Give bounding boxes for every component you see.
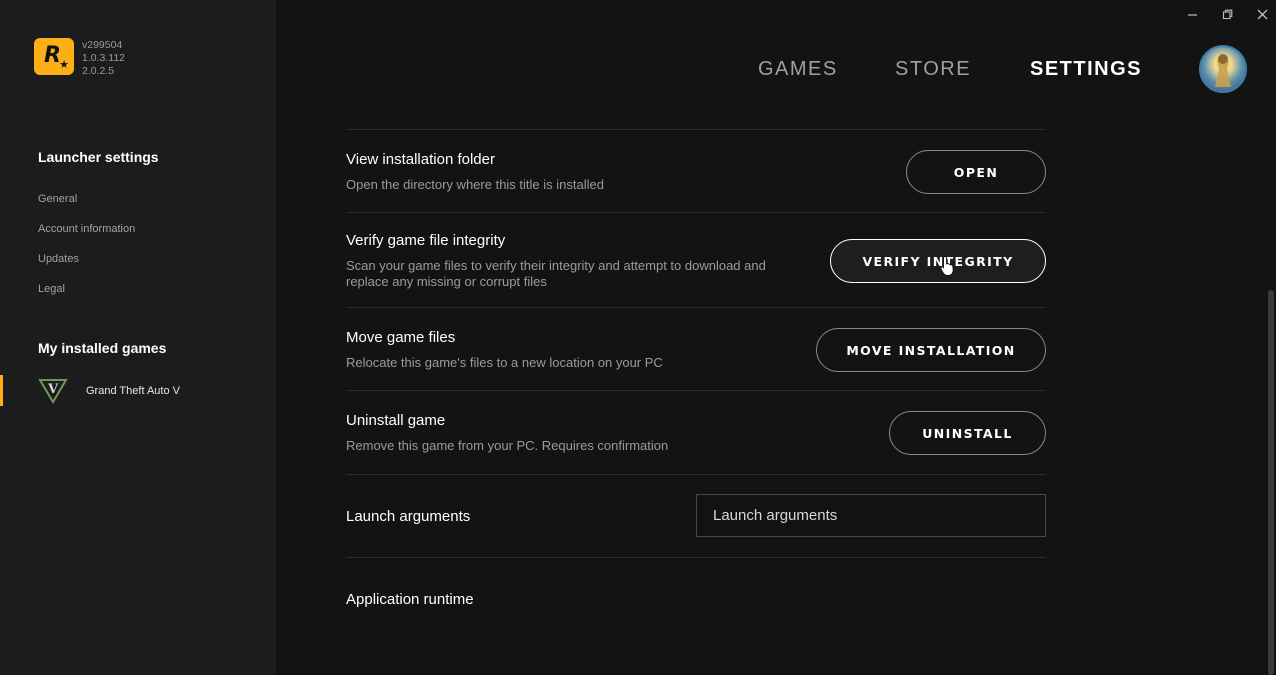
- installed-games-heading: My installed games: [38, 340, 167, 356]
- close-icon: [1257, 9, 1267, 19]
- sidebar-item-updates[interactable]: Updates: [38, 253, 79, 265]
- verify-integrity-button[interactable]: VERIFY INTEGRITY: [830, 239, 1046, 283]
- sidebar: R ★ v299504 1.0.3.112 2.0.2.5 Launcher s…: [0, 0, 276, 675]
- section-divider: [346, 474, 1046, 475]
- version-info: v299504 1.0.3.112 2.0.2.5: [82, 39, 125, 78]
- sidebar-item-account-information[interactable]: Account information: [38, 223, 135, 235]
- minimize-button[interactable]: [1180, 4, 1204, 24]
- section-divider: [346, 390, 1046, 391]
- verify-title: Verify game file integrity: [346, 232, 506, 249]
- close-button[interactable]: [1250, 4, 1274, 24]
- version-line: 2.0.2.5: [82, 65, 115, 77]
- view-folder-desc: Open the directory where this title is i…: [346, 177, 604, 192]
- avatar[interactable]: [1199, 45, 1247, 93]
- launch-arguments-label: Launch arguments: [346, 508, 471, 525]
- sidebar-item-legal[interactable]: Legal: [38, 283, 65, 295]
- launcher-settings-heading: Launcher settings: [38, 149, 159, 165]
- section-divider: [346, 212, 1046, 213]
- open-button[interactable]: OPEN: [906, 150, 1046, 194]
- svg-text:V: V: [47, 382, 59, 397]
- version-line: 1.0.3.112: [82, 52, 126, 64]
- rockstar-logo-icon[interactable]: R ★: [34, 38, 74, 75]
- minimize-icon: [1187, 13, 1197, 16]
- verify-desc: Scan your game files to verify their int…: [346, 258, 766, 289]
- version-line: v299504: [82, 39, 123, 51]
- uninstall-title: Uninstall game: [346, 412, 446, 429]
- section-divider: [346, 307, 1046, 308]
- active-indicator: [0, 375, 3, 406]
- nav-settings[interactable]: SETTINGS: [1030, 58, 1142, 81]
- avatar-image-icon: [1215, 54, 1231, 87]
- hand-cursor-icon: [940, 256, 954, 276]
- sidebar-item-gta-v[interactable]: V Grand Theft Auto V: [38, 375, 258, 406]
- move-desc: Relocate this game's files to a new loca…: [346, 355, 663, 370]
- view-folder-title: View installation folder: [346, 151, 495, 168]
- application-runtime-title: Application runtime: [346, 591, 474, 608]
- sidebar-item-general[interactable]: General: [38, 193, 77, 205]
- move-title: Move game files: [346, 329, 456, 346]
- restore-icon: [1222, 9, 1232, 19]
- uninstall-desc: Remove this game from your PC. Requires …: [346, 438, 669, 453]
- nav-games[interactable]: GAMES: [758, 58, 838, 81]
- game-name: Grand Theft Auto V: [86, 384, 180, 397]
- section-divider: [346, 557, 1046, 558]
- gta-v-icon: V: [38, 378, 68, 404]
- section-divider: [346, 129, 1046, 130]
- launch-arguments-input[interactable]: [696, 494, 1046, 537]
- uninstall-button[interactable]: UNINSTALL: [889, 411, 1046, 455]
- move-installation-button[interactable]: MOVE INSTALLATION: [816, 328, 1046, 372]
- scrollbar[interactable]: [1268, 290, 1274, 675]
- nav-store[interactable]: STORE: [895, 58, 971, 81]
- restore-button[interactable]: [1215, 4, 1239, 24]
